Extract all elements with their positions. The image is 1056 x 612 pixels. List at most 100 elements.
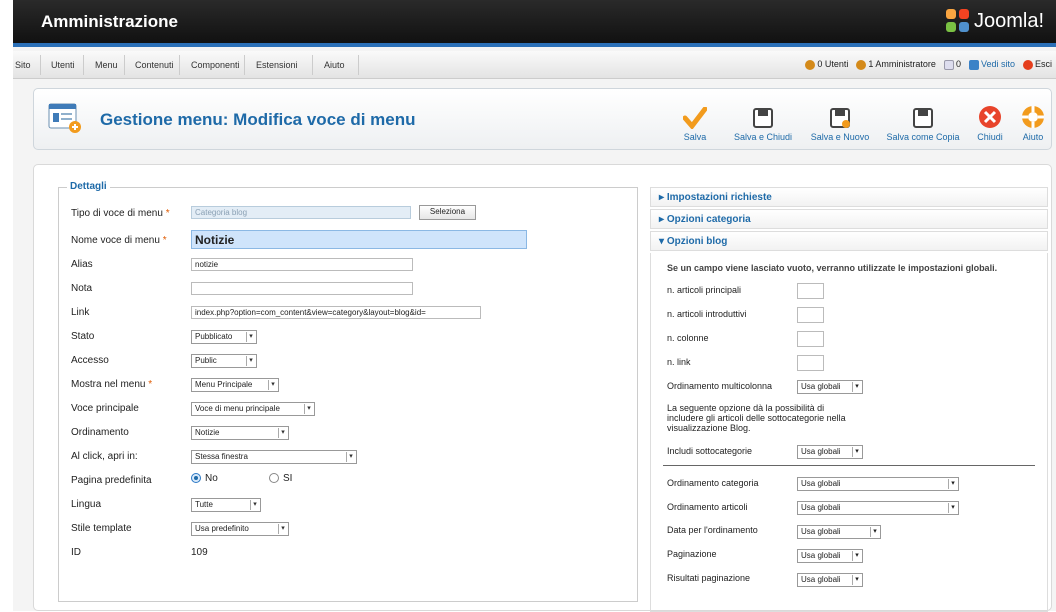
language-select[interactable]: Tutte ▾ — [191, 498, 261, 512]
default-page-radio-no[interactable]: No — [191, 473, 218, 484]
view-site-link[interactable]: Vedi sito — [968, 59, 1015, 70]
note-input[interactable] — [191, 282, 413, 295]
dropdown-arrow-icon: ▾ — [246, 332, 255, 342]
article-order-label: Ordinamento articoli — [667, 502, 748, 512]
help-icon — [1022, 106, 1044, 128]
radio-selected-icon — [191, 473, 201, 484]
panel-category-options[interactable]: ▸ Opzioni categoria — [650, 209, 1048, 229]
logout-link[interactable]: Esci — [1022, 59, 1052, 70]
admins-online[interactable]: 1 Amministratore — [856, 59, 936, 70]
columns-input[interactable] — [797, 331, 824, 347]
target-window-select[interactable]: Stessa finestra ▾ — [191, 450, 357, 464]
template-style-select[interactable]: Usa predefinito ▾ — [191, 522, 289, 536]
dropdown-arrow-icon: ▾ — [250, 500, 259, 510]
save-button[interactable]: Salva — [680, 99, 710, 142]
toolbar: Gestione menu: Modifica voce di menu Sal… — [33, 88, 1052, 150]
options-panels: ▸ Impostazioni richieste ▸ Opzioni categ… — [650, 187, 1048, 612]
links-input[interactable] — [797, 355, 824, 371]
id-value: 109 — [191, 547, 208, 558]
menu-estensioni[interactable]: Estensioni — [256, 60, 298, 70]
dropdown-arrow-icon: ▾ — [852, 447, 861, 457]
select-type-button[interactable]: Seleziona — [419, 205, 476, 220]
dropdown-arrow-icon: ▾ — [852, 382, 861, 392]
id-label: ID — [71, 547, 81, 558]
menu-aiuto[interactable]: Aiuto — [324, 60, 345, 70]
ordering-label: Ordinamento — [71, 427, 129, 438]
subcategory-note-line2: includere gli articoli delle sottocatego… — [667, 413, 846, 423]
on-click-label: Al click, apri in: — [71, 451, 138, 462]
menu-name-input[interactable]: Notizie — [191, 230, 527, 249]
messages[interactable]: 0 — [943, 59, 961, 70]
ordering-select[interactable]: Notizie ▾ — [191, 426, 289, 440]
save-copy-button[interactable]: Salva come Copia — [881, 99, 965, 142]
save-close-icon — [753, 108, 773, 128]
joomla-logo[interactable]: Joomla! — [945, 9, 1044, 33]
link-input[interactable]: index.php?option=com_content&view=catego… — [191, 306, 481, 319]
help-button[interactable]: Aiuto — [1018, 99, 1048, 142]
dropdown-arrow-icon: ▾ — [246, 356, 255, 366]
include-subcategories-select[interactable]: Usa globali ▾ — [797, 445, 863, 459]
users-online[interactable]: 0 Utenti — [805, 59, 848, 70]
dropdown-arrow-icon: ▾ — [870, 527, 879, 537]
state-select[interactable]: Pubblicato ▾ — [191, 330, 257, 344]
alias-input[interactable]: notizie — [191, 258, 413, 271]
logout-icon — [1022, 59, 1033, 70]
dropdown-arrow-icon: ▾ — [278, 524, 287, 534]
menu-sito[interactable]: Sito — [15, 60, 31, 70]
blog-note: Se un campo viene lasciato vuoto, verran… — [667, 263, 998, 273]
panel-required-settings[interactable]: ▸ Impostazioni richieste — [650, 187, 1048, 207]
divider — [40, 55, 41, 75]
ordering-date-label: Data per l'ordinamento — [667, 525, 758, 535]
joomla-logo-icon — [945, 9, 970, 33]
language-label: Lingua — [71, 499, 102, 510]
admin-window: Amministrazione Joomla! Sito Utenti Menu… — [13, 0, 1056, 612]
blog-options-body: Se un campo viene lasciato vuoto, verran… — [650, 253, 1048, 612]
menu-utenti[interactable]: Utenti — [51, 60, 75, 70]
template-style-label: Stile template — [71, 523, 132, 534]
columns-label: n. colonne — [667, 333, 709, 343]
access-select[interactable]: Public ▾ — [191, 354, 257, 368]
mail-icon — [943, 59, 954, 70]
leading-articles-input[interactable] — [797, 283, 824, 299]
show-in-menu-label: Mostra nel menu * — [71, 379, 153, 390]
dropdown-arrow-icon: ▾ — [948, 503, 957, 513]
panel-blog-options[interactable]: ▾ Opzioni blog — [650, 231, 1048, 251]
save-new-button[interactable]: Salva e Nuovo — [806, 99, 874, 142]
state-label: Stato — [71, 331, 95, 342]
save-close-button[interactable]: Salva e Chiudi — [728, 99, 798, 142]
default-page-radio-yes[interactable]: SI — [269, 473, 292, 484]
ordering-date-select[interactable]: Usa globali ▾ — [797, 525, 881, 539]
menu-name-label: Nome voce di menu * — [71, 235, 167, 246]
article-order-select[interactable]: Usa globali ▾ — [797, 501, 959, 515]
users-icon — [805, 59, 816, 70]
menu-menu[interactable]: Menu — [95, 60, 118, 70]
dropdown-arrow-icon: ▾ — [346, 452, 355, 462]
menu-componenti[interactable]: Componenti — [191, 60, 240, 70]
category-order-label: Ordinamento categoria — [667, 478, 759, 488]
header-bar: Amministrazione Joomla! — [13, 0, 1056, 47]
links-label: n. link — [667, 357, 691, 367]
checkmark-icon — [683, 107, 707, 129]
page-title: Gestione menu: Modifica voce di menu — [100, 110, 416, 129]
divider — [244, 55, 245, 75]
divider — [312, 55, 313, 75]
close-button[interactable]: Chiudi — [973, 99, 1007, 142]
access-label: Accesso — [71, 355, 109, 366]
multicolumn-order-select[interactable]: Usa globali ▾ — [797, 380, 863, 394]
parent-item-select[interactable]: Voce di menu principale ▾ — [191, 402, 315, 416]
pagination-results-label: Risultati paginazione — [667, 573, 751, 583]
dropdown-arrow-icon: ▾ — [852, 551, 861, 561]
details-legend: Dettagli — [67, 181, 110, 192]
menu-select[interactable]: Menu Principale ▾ — [191, 378, 279, 392]
dropdown-arrow-icon: ▾ — [278, 428, 287, 438]
pagination-label: Paginazione — [667, 549, 717, 559]
pagination-select[interactable]: Usa globali ▾ — [797, 549, 863, 563]
admin-icon — [856, 59, 867, 70]
divider — [124, 55, 125, 75]
intro-articles-input[interactable] — [797, 307, 824, 323]
divider — [663, 465, 1035, 466]
pagination-results-select[interactable]: Usa globali ▾ — [797, 573, 863, 587]
menu-contenuti[interactable]: Contenuti — [135, 60, 174, 70]
category-order-select[interactable]: Usa globali ▾ — [797, 477, 959, 491]
radio-icon — [269, 473, 279, 484]
